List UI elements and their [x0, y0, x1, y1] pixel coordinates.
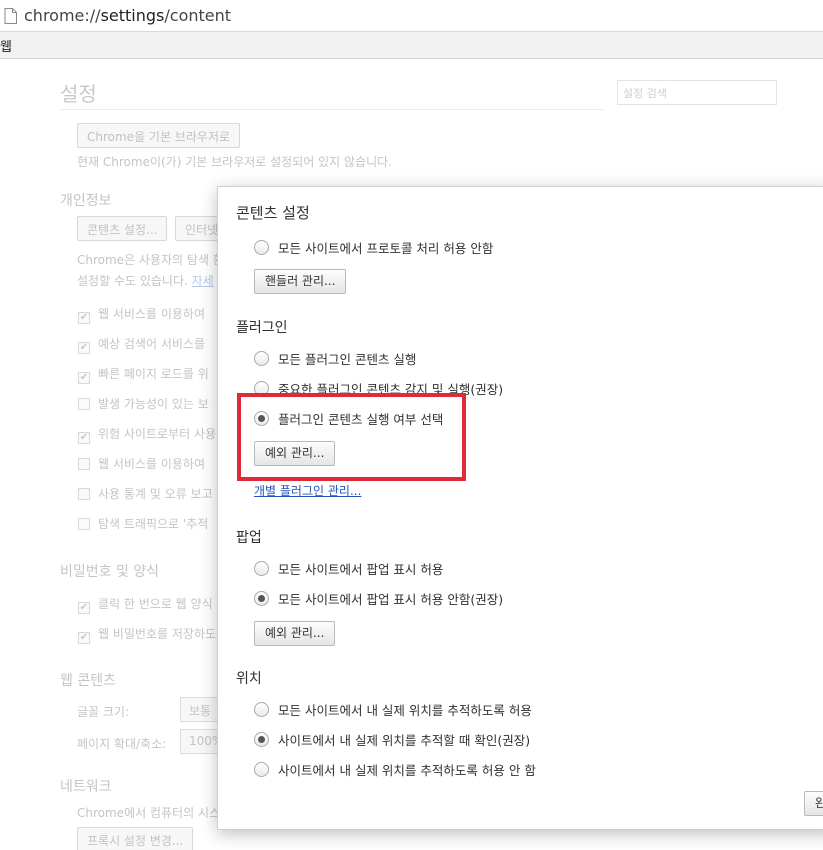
network-text: Chrome에서 컴퓨터의 시스 — [77, 806, 221, 820]
location-option-2[interactable]: 사이트에서 내 실제 위치를 추적할 때 확인(권장) — [254, 730, 530, 748]
radio-indicator[interactable] — [254, 560, 269, 576]
background-checkbox-row[interactable]: ✔ 위험 사이트로부터 사용 — [78, 425, 217, 444]
radio-indicator[interactable] — [254, 350, 269, 366]
checkbox-label: 위험 사이트로부터 사용 — [98, 427, 217, 441]
background-checkbox-row[interactable]: ✔ 웹 비밀번호를 저장하도 — [78, 625, 217, 644]
checkbox-label: 예상 검색어 서비스를 — [98, 337, 205, 351]
radio-indicator[interactable] — [254, 701, 269, 717]
done-button[interactable]: 완 — [804, 791, 823, 816]
radio-label: 모든 사이트에서 팝업 표시 허용 — [278, 561, 444, 577]
radio-label: 모든 사이트에서 내 실제 위치를 추적하도록 허용 — [278, 702, 532, 718]
checkbox-label: 웹 서비스를 이용하여 — [98, 307, 205, 321]
privacy-learn-more-link[interactable]: 자세 — [192, 274, 214, 288]
page-icon — [4, 8, 17, 24]
checkbox-checked-icon[interactable]: ✔ — [78, 602, 90, 614]
location-heading: 위치 — [236, 671, 262, 687]
popup-option-1[interactable]: 모든 사이트에서 팝업 표시 허용 — [254, 559, 443, 577]
checkbox-label: 탐색 트래픽으로 '추적 — [98, 517, 209, 531]
privacy-text-2: 설정할 수도 있습니다. — [77, 274, 188, 288]
checkbox-label: 사용 통계 및 오류 보고 — [98, 487, 213, 501]
privacy-text-1: Chrome은 사용자의 탐색 환 — [77, 253, 224, 267]
address-bar[interactable]: chrome://settings/content — [0, 0, 823, 32]
checkbox-checked-icon[interactable]: ✔ — [78, 372, 90, 384]
radio-indicator[interactable] — [254, 239, 269, 255]
checkbox-checked-icon[interactable]: ✔ — [78, 632, 90, 644]
privacy-heading: 개인정보 — [60, 193, 112, 209]
manage-handlers-button[interactable]: 핸들러 관리... — [254, 269, 347, 294]
network-heading: 네트워크 — [60, 779, 112, 795]
background-checkbox-row[interactable]: ✔ 클릭 한 번으로 웹 양식 — [78, 595, 213, 614]
plugins-heading: 플러그인 — [236, 320, 288, 336]
plugin-option-2[interactable]: 중요한 플러그인 콘텐츠 감지 및 실행(권장) — [254, 379, 503, 397]
popup-option-2[interactable]: 모든 사이트에서 팝업 표시 허용 안함(권장) — [254, 589, 503, 607]
url-path: /content — [164, 6, 232, 25]
plugin-option-1[interactable]: 모든 플러그인 콘텐츠 실행 — [254, 349, 416, 367]
background-checkbox-row[interactable]: 웹 서비스를 이용하여 — [78, 455, 205, 471]
location-option-1[interactable]: 모든 사이트에서 내 실제 위치를 추적하도록 허용 — [254, 700, 532, 718]
content-settings-button[interactable]: 콘텐츠 설정... — [77, 216, 168, 241]
title-divider — [60, 109, 605, 110]
url-text[interactable]: chrome://settings/content — [24, 6, 231, 25]
radio-indicator[interactable] — [254, 410, 269, 426]
page-title: 설정 — [60, 82, 97, 106]
checkbox-checked-icon[interactable]: ✔ — [78, 432, 90, 444]
font-size-label: 글꼴 크기: — [77, 705, 130, 719]
background-checkbox-row[interactable]: 탐색 트래픽으로 '추적 — [78, 515, 208, 531]
background-checkbox-row[interactable]: ✔ 빠른 페이지 로드를 위 — [78, 365, 209, 384]
popup-exceptions-button[interactable]: 예외 관리... — [254, 621, 336, 646]
radio-label: 사이트에서 내 실제 위치를 추적할 때 확인(권장) — [278, 732, 531, 748]
protocol-handler-radio[interactable]: 모든 사이트에서 프로토콜 처리 허용 안함 — [254, 238, 493, 256]
radio-label: 모든 플러그인 콘텐츠 실행 — [278, 351, 417, 367]
radio-label: 플러그인 콘텐츠 실행 여부 선택 — [278, 411, 444, 427]
radio-label: 사이트에서 내 실제 위치를 추적하도록 허용 안 함 — [278, 762, 536, 778]
checkbox-label: 웹 비밀번호를 저장하도 — [98, 627, 217, 641]
background-checkbox-row[interactable]: 사용 통계 및 오류 보고 — [78, 485, 213, 501]
checkbox-unchecked-icon[interactable] — [78, 398, 90, 410]
plugin-exceptions-button[interactable]: 예외 관리... — [254, 441, 336, 466]
checkbox-checked-icon[interactable]: ✔ — [78, 342, 90, 354]
bookmark-item[interactable]: 웹 — [0, 36, 12, 55]
checkbox-label: 클릭 한 번으로 웹 양식 — [98, 597, 213, 611]
default-browser-note: 현재 Chrome이(가) 기본 브라우저로 설정되어 있지 않습니다. — [77, 155, 392, 169]
radio-indicator[interactable] — [254, 731, 269, 747]
highlight-box — [237, 393, 466, 481]
radio-label: 모든 사이트에서 팝업 표시 허용 안함(권장) — [278, 591, 504, 607]
url-scheme: chrome:// — [24, 6, 101, 25]
plugin-option-3[interactable]: 플러그인 콘텐츠 실행 여부 선택 — [254, 409, 443, 427]
radio-label: 모든 사이트에서 프로토콜 처리 허용 안함 — [278, 240, 494, 256]
location-option-3[interactable]: 사이트에서 내 실제 위치를 추적하도록 허용 안 함 — [254, 760, 536, 778]
checkbox-unchecked-icon[interactable] — [78, 518, 90, 530]
checkbox-unchecked-icon[interactable] — [78, 458, 90, 470]
radio-indicator[interactable] — [254, 761, 269, 777]
checkbox-checked-icon[interactable]: ✔ — [78, 312, 90, 324]
content-settings-dialog: 콘텐츠 설정 모든 사이트에서 프로토콜 처리 허용 안함 핸들러 관리... … — [217, 186, 823, 830]
passwords-heading: 비밀번호 및 양식 — [60, 564, 160, 580]
background-checkbox-row[interactable]: 발생 가능성이 있는 보 — [78, 395, 209, 411]
popups-heading: 팝업 — [236, 530, 262, 546]
dialog-title: 콘텐츠 설정 — [236, 204, 310, 222]
page-zoom-label: 페이지 확대/축소: — [77, 737, 167, 751]
url-host: settings — [100, 6, 165, 25]
individual-plugins-link[interactable]: 개별 플러그인 관리... — [254, 482, 361, 499]
proxy-settings-button[interactable]: 프록시 설정 변경... — [77, 827, 194, 850]
checkbox-label: 빠른 페이지 로드를 위 — [98, 367, 209, 381]
background-checkbox-row[interactable]: ✔ 예상 검색어 서비스를 — [78, 335, 205, 354]
settings-search-input[interactable]: 설정 검색 — [617, 80, 777, 105]
checkbox-label: 웹 서비스를 이용하여 — [98, 457, 205, 471]
bookmark-bar: 웹 — [0, 32, 823, 59]
default-browser-button[interactable]: Chrome을 기본 브라우저로 — [77, 123, 241, 148]
checkbox-unchecked-icon[interactable] — [78, 488, 90, 500]
radio-indicator[interactable] — [254, 380, 269, 396]
background-checkbox-row[interactable]: ✔ 웹 서비스를 이용하여 — [78, 305, 205, 324]
web-content-heading: 웹 콘텐츠 — [60, 673, 116, 689]
radio-label: 중요한 플러그인 콘텐츠 감지 및 실행(권장) — [278, 381, 504, 397]
radio-indicator[interactable] — [254, 590, 269, 606]
checkbox-label: 발생 가능성이 있는 보 — [98, 397, 209, 411]
